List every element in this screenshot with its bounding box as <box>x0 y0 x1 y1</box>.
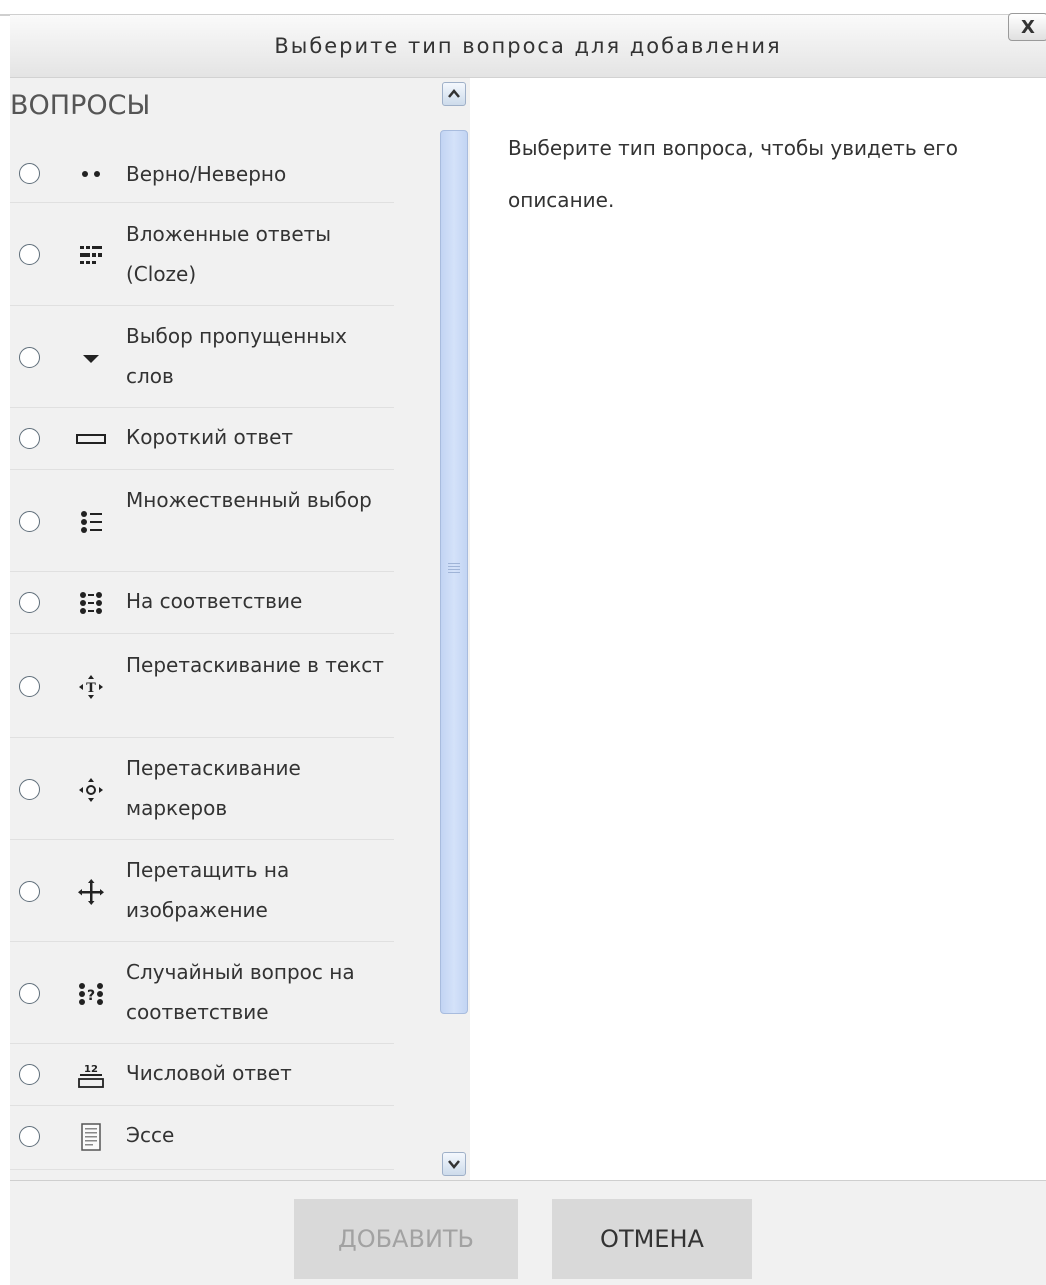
option-numerical[interactable]: 12 Числовой ответ <box>10 1043 394 1106</box>
scroll-down-button[interactable] <box>442 1152 466 1176</box>
option-ddwtos[interactable]: T Перетаскивание в текст <box>10 633 394 738</box>
dialog-footer: ДОБАВИТЬ ОТМЕНА <box>10 1180 1046 1285</box>
grip-icon <box>448 563 460 575</box>
add-button[interactable]: ДОБАВИТЬ <box>294 1199 518 1279</box>
dialog-title: Выберите тип вопроса для добавления <box>274 34 782 58</box>
svg-text:12: 12 <box>84 1064 98 1075</box>
option-label: Случайный вопрос на соответствие <box>126 960 355 1024</box>
dropdown-arrow-icon <box>83 355 99 363</box>
option-shortanswer[interactable]: Короткий ответ <box>10 407 394 470</box>
svg-text:T: T <box>86 681 96 696</box>
option-label: Перетащить на изображение <box>126 858 290 922</box>
random-match-icon: ? <box>79 983 103 1005</box>
option-label: Короткий ответ <box>126 425 294 449</box>
close-button[interactable]: X <box>1008 13 1046 41</box>
question-description: Выберите тип вопроса, чтобы увидеть его … <box>508 136 959 212</box>
multichoice-icon <box>81 511 102 533</box>
option-ddimageortext[interactable]: Перетащить на изображение <box>10 839 394 942</box>
cloze-icon <box>80 246 102 264</box>
option-randomsamatch[interactable]: ? Случайный вопрос на соответствие <box>10 941 394 1044</box>
radio-match[interactable] <box>19 592 40 613</box>
option-essay[interactable]: Эссе <box>10 1105 394 1170</box>
svg-text:?: ? <box>87 988 95 1004</box>
drag-text-icon: T <box>79 675 103 699</box>
option-multichoice[interactable]: Множественный выбор <box>10 469 394 572</box>
page-top-strip <box>0 0 1046 16</box>
radio-ddimageortext[interactable] <box>19 881 40 902</box>
radio-cloze[interactable] <box>19 244 40 265</box>
scroll-up-button[interactable] <box>442 82 466 106</box>
option-label: Множественный выбор <box>126 488 372 512</box>
drag-markers-icon <box>79 778 103 802</box>
dialog-header: Выберите тип вопроса для добавления <box>10 15 1046 78</box>
description-panel: Выберите тип вопроса, чтобы увидеть его … <box>470 78 1046 1180</box>
option-ddmarker[interactable]: Перетаскивание маркеров <box>10 737 394 840</box>
radio-randomsamatch[interactable] <box>19 983 40 1004</box>
option-label: Числовой ответ <box>126 1061 292 1085</box>
match-icon <box>80 592 102 614</box>
chevron-down-icon <box>448 1160 460 1169</box>
chevron-up-icon <box>448 89 460 98</box>
option-cloze[interactable]: Вложенные ответы (Cloze) <box>10 202 394 306</box>
scroll-thumb[interactable] <box>440 130 468 1014</box>
shortanswer-icon <box>76 434 106 444</box>
drag-image-icon <box>78 879 104 905</box>
option-label: Эссе <box>126 1123 175 1147</box>
radio-gapselect[interactable] <box>19 347 40 368</box>
radio-ddwtos[interactable] <box>19 676 40 697</box>
question-type-list: ВОПРОСЫ Верно/Неверно Вложенные ответы (… <box>10 78 470 1180</box>
option-label: Вложенные ответы (Cloze) <box>126 222 332 286</box>
option-truefalse[interactable]: Верно/Неверно <box>10 146 394 203</box>
option-gapselect[interactable]: Выбор пропущенных слов <box>10 305 394 408</box>
radio-shortanswer[interactable] <box>19 428 40 449</box>
cancel-button[interactable]: ОТМЕНА <box>552 1199 752 1279</box>
option-label: На соответствие <box>126 589 303 613</box>
option-label: Выбор пропущенных слов <box>126 324 347 388</box>
radio-numerical[interactable] <box>19 1064 40 1085</box>
radio-ddmarker[interactable] <box>19 779 40 800</box>
option-label: Перетаскивание в текст <box>126 653 384 677</box>
questions-heading: ВОПРОСЫ <box>10 90 151 121</box>
radio-multichoice[interactable] <box>19 511 40 532</box>
radio-essay[interactable] <box>19 1126 40 1147</box>
option-match[interactable]: На соответствие <box>10 571 394 634</box>
essay-icon <box>81 1123 101 1151</box>
option-label: Верно/Неверно <box>126 162 287 186</box>
truefalse-icon <box>82 171 100 177</box>
radio-truefalse[interactable] <box>19 163 40 184</box>
numerical-icon: 12 <box>78 1064 104 1088</box>
option-label: Перетаскивание маркеров <box>126 756 301 820</box>
